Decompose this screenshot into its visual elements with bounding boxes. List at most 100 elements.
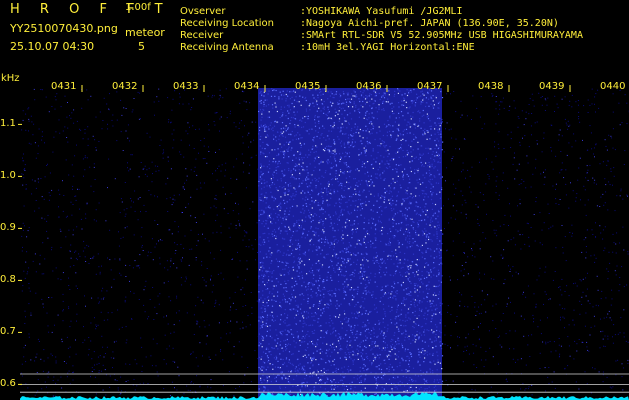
band-dot	[405, 237, 407, 239]
band-dot	[418, 388, 420, 390]
band-dot	[340, 303, 342, 305]
band-dot	[321, 207, 323, 209]
noise-dot	[474, 389, 476, 391]
noise-dot	[501, 101, 503, 103]
noise-dot	[480, 96, 482, 98]
noise-dot	[480, 304, 482, 306]
noise-dot	[196, 245, 198, 246]
noise-dot	[594, 156, 595, 158]
band-dot	[432, 294, 434, 296]
band-dot	[296, 375, 298, 377]
band-dot	[333, 269, 335, 271]
band-dot	[402, 302, 404, 304]
band-dot	[275, 140, 277, 142]
noise-dot	[107, 319, 109, 321]
band-dot	[334, 151, 336, 153]
band-dot	[395, 117, 397, 119]
band-dot	[309, 389, 311, 391]
noise-dot	[524, 243, 526, 245]
band-dot	[331, 242, 333, 244]
band-dot	[267, 357, 269, 359]
band-dot	[387, 155, 389, 158]
band-dot	[264, 156, 267, 158]
band-dot	[410, 304, 412, 306]
band-dot	[273, 270, 275, 272]
band-dot	[323, 244, 326, 247]
band-dot	[265, 126, 267, 128]
noise-dot	[220, 116, 222, 118]
band-dot	[320, 143, 323, 145]
noise-dot	[141, 246, 143, 248]
band-dot	[302, 369, 304, 371]
noise-dot	[600, 196, 602, 198]
noise-dot	[498, 199, 500, 200]
band-dot	[347, 98, 349, 100]
band-dot	[327, 91, 329, 93]
band-dot	[345, 155, 347, 157]
band-dot	[265, 253, 267, 255]
band-dot	[405, 231, 407, 233]
noise-dot	[495, 96, 497, 97]
noise-dot	[146, 169, 148, 171]
noise-dot	[531, 394, 533, 396]
band-dot	[263, 165, 265, 167]
band-dot	[356, 311, 358, 313]
noise-dot	[213, 205, 215, 207]
noise-dot	[23, 225, 25, 227]
band-dot	[271, 319, 273, 321]
noise-dot	[105, 353, 106, 354]
band-dot	[421, 301, 423, 303]
noise-dot	[21, 290, 23, 292]
band-dot	[328, 348, 330, 350]
noise-dot	[196, 188, 198, 190]
band-dot	[412, 272, 414, 274]
band-dot	[295, 342, 297, 344]
band-dot	[365, 310, 367, 312]
band-dot	[261, 369, 263, 371]
band-dot	[422, 372, 424, 374]
noise-dot	[473, 364, 475, 366]
band-dot	[342, 234, 344, 236]
noise-dot	[211, 291, 213, 293]
noise-dot	[127, 124, 129, 126]
band-dot	[435, 304, 437, 306]
band-dot	[279, 353, 281, 355]
band-dot	[322, 220, 324, 222]
band-dot	[264, 325, 266, 327]
band-dot	[439, 144, 441, 146]
band-dot	[410, 282, 412, 284]
noise-dot	[149, 136, 151, 138]
band-dot	[426, 329, 428, 331]
band-dot	[384, 262, 386, 264]
band-dot	[262, 220, 264, 222]
noise-dot	[139, 92, 141, 94]
band-dot	[299, 174, 301, 176]
noise-dot	[533, 214, 535, 215]
band-dot	[345, 294, 347, 296]
noise-dot	[187, 203, 189, 205]
noise-dot	[495, 303, 497, 305]
noise-dot	[235, 309, 237, 310]
noise-dot	[185, 276, 187, 278]
band-dot	[362, 301, 364, 303]
noise-dot	[517, 126, 519, 128]
noise-dot	[512, 266, 514, 268]
band-dot	[305, 179, 307, 181]
band-dot	[381, 349, 383, 351]
noise-dot	[249, 164, 251, 166]
band-dot	[402, 300, 404, 302]
noise-dot	[95, 116, 97, 118]
band-dot	[402, 215, 404, 217]
band-dot	[439, 161, 441, 164]
noise-dot	[120, 198, 122, 200]
noise-dot	[253, 139, 255, 141]
band-dot	[442, 141, 444, 143]
band-dot	[395, 318, 397, 320]
info-value: :YOSHIKAWA Yasufumi /JG2MLI	[300, 6, 463, 17]
band-dot	[347, 348, 349, 350]
band-dot	[436, 307, 438, 309]
band-dot	[356, 330, 358, 332]
noise-dot	[30, 115, 32, 117]
band-dot	[310, 288, 312, 290]
band-dot	[353, 336, 355, 338]
